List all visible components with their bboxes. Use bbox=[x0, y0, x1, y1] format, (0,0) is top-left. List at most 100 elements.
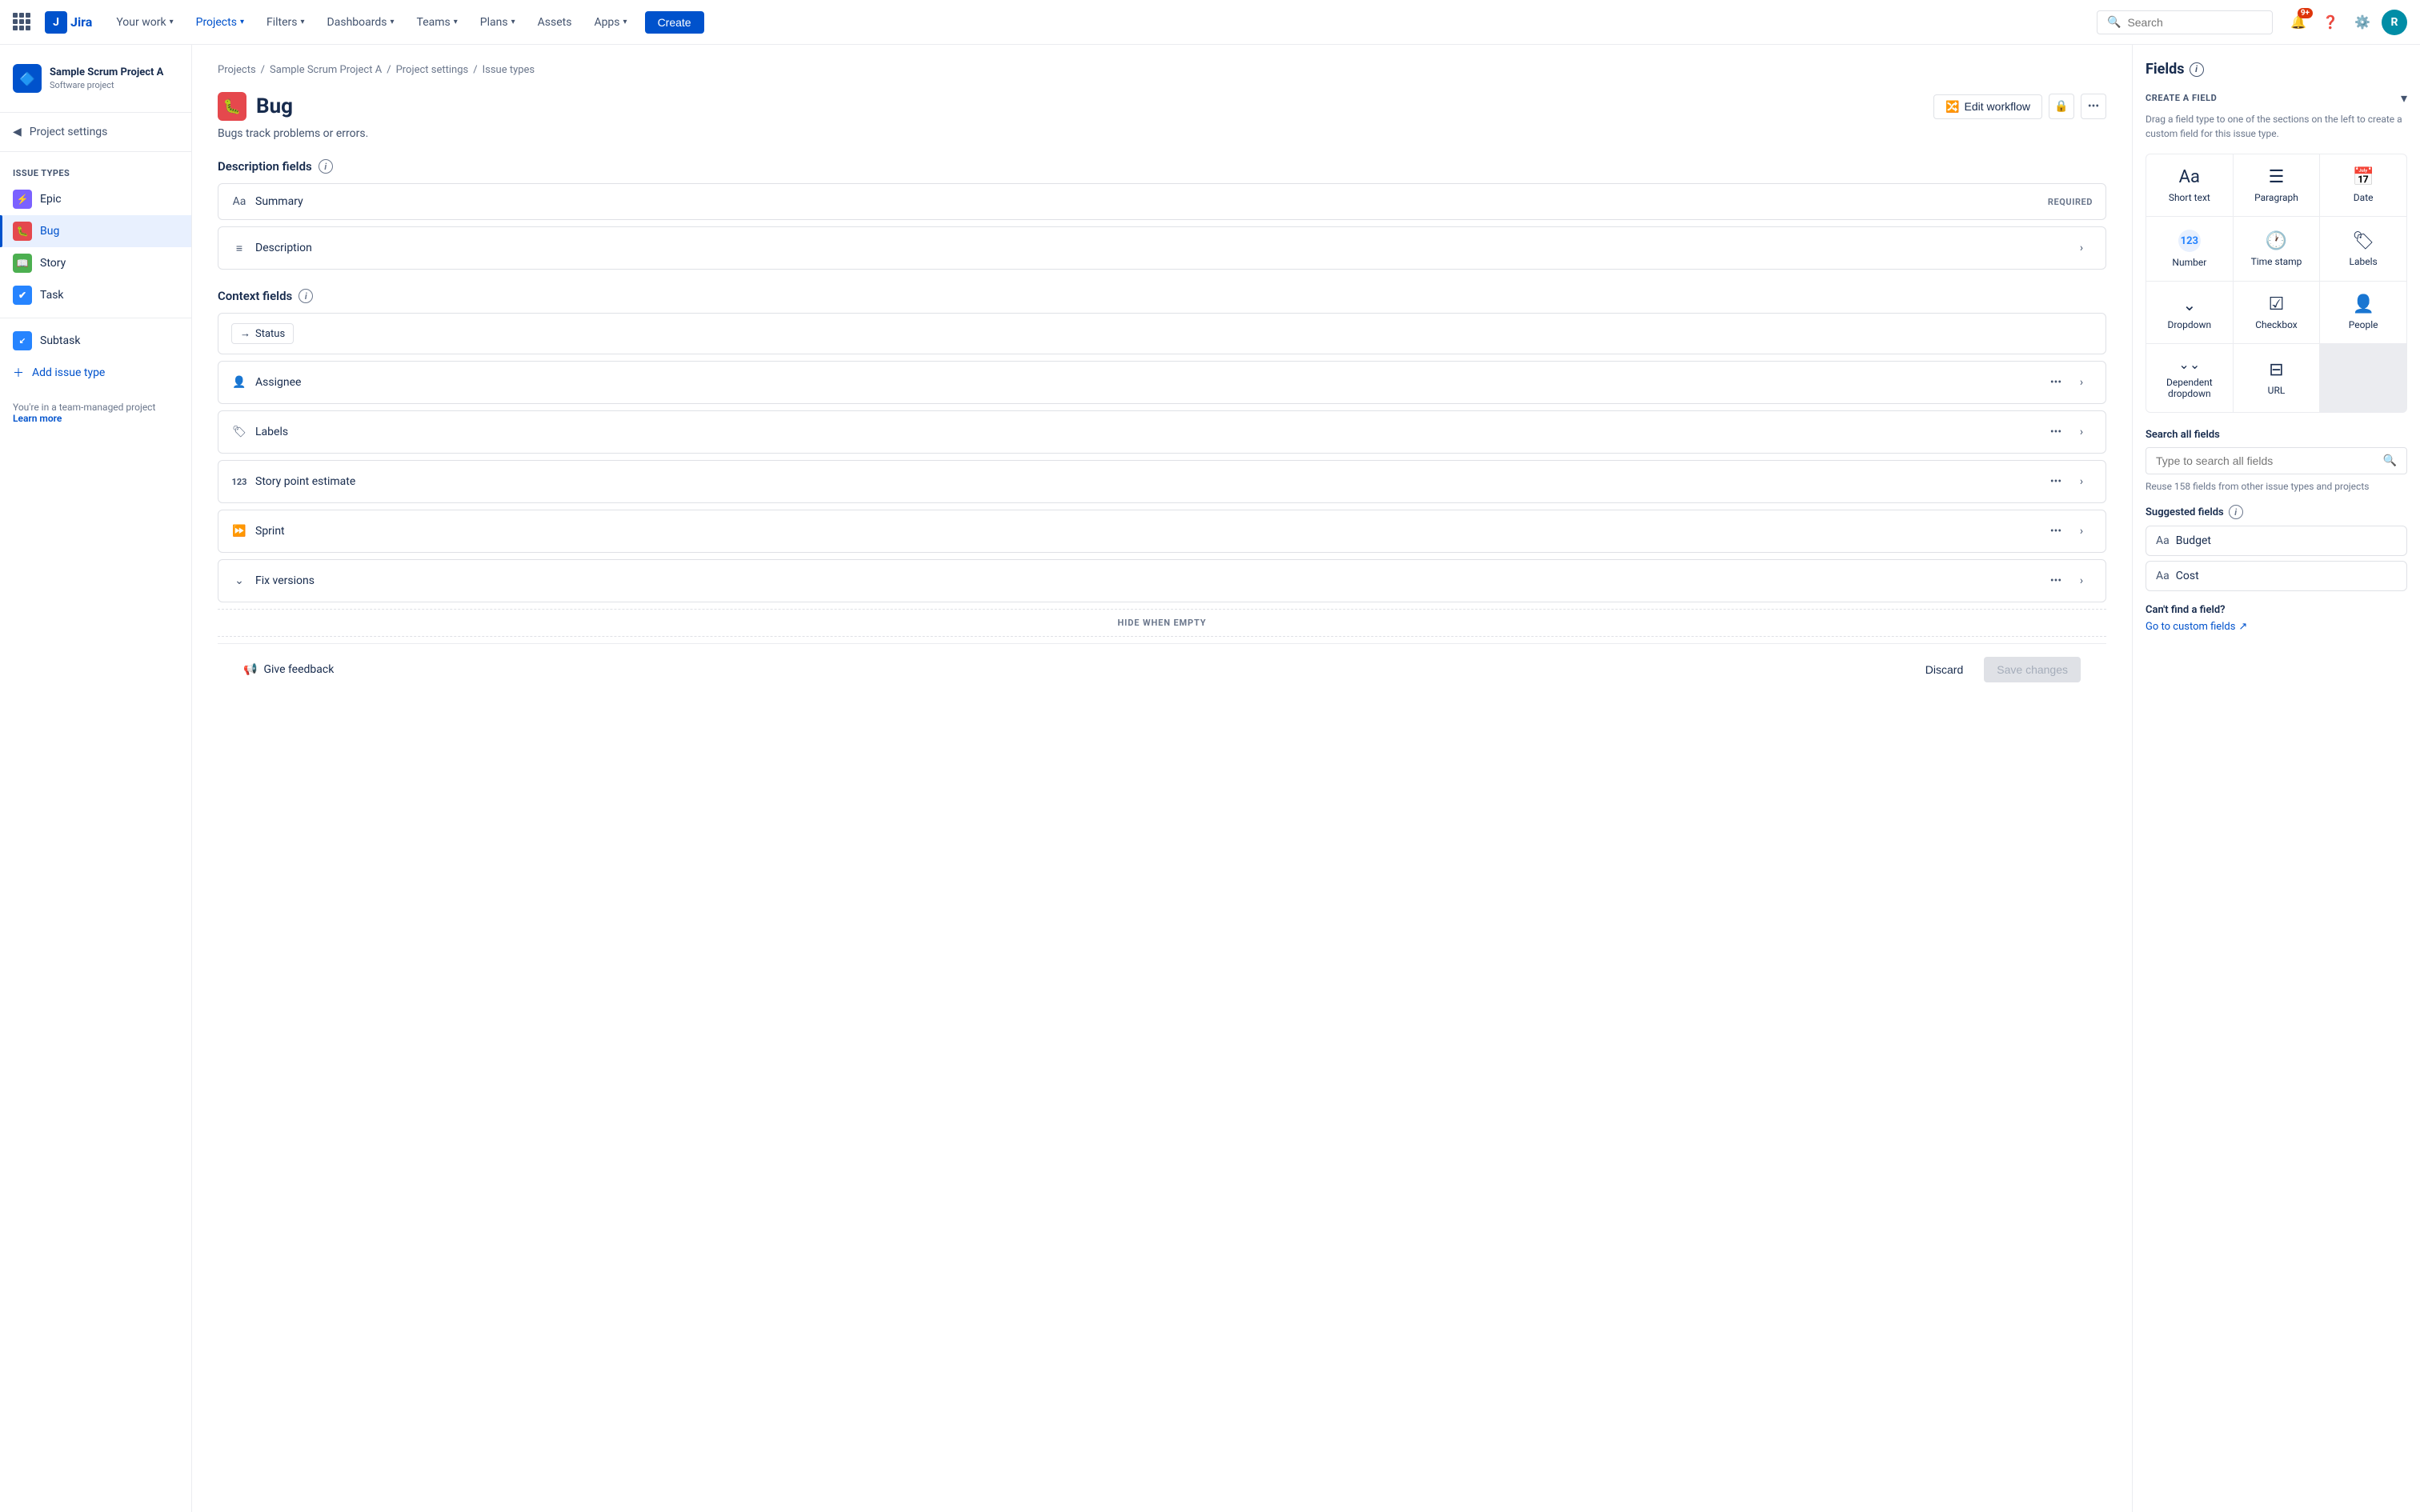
labels-more-button[interactable]: ••• bbox=[2045, 421, 2067, 443]
sidebar-item-epic[interactable]: ⚡ Epic bbox=[0, 183, 191, 215]
field-type-paragraph[interactable]: ☰ Paragraph bbox=[2234, 154, 2320, 216]
status-chip[interactable]: → Status bbox=[231, 323, 294, 344]
sidebar-item-task[interactable]: ✔ Task bbox=[0, 279, 191, 311]
context-fields-info-icon[interactable]: i bbox=[298, 289, 313, 303]
cost-text-icon: Aa bbox=[2156, 570, 2170, 582]
labels-field-name: Labels bbox=[255, 426, 2037, 438]
field-type-checkbox[interactable]: ☑ Checkbox bbox=[2234, 282, 2320, 343]
search-all-input-container[interactable]: 🔍 bbox=[2146, 447, 2407, 474]
settings-button[interactable]: ⚙️ bbox=[2350, 10, 2375, 35]
notifications-button[interactable]: 🔔 9+ bbox=[2286, 10, 2311, 35]
people-icon: 👤 bbox=[2352, 294, 2374, 314]
fix-versions-field-actions: ••• › bbox=[2045, 570, 2093, 592]
assets-nav[interactable]: Assets bbox=[530, 11, 580, 34]
edit-workflow-button[interactable]: 🔀 Edit workflow bbox=[1933, 94, 2042, 119]
sprint-more-button[interactable]: ••• bbox=[2045, 520, 2067, 542]
arrow-icon: → bbox=[240, 327, 250, 340]
labels-chevron-button[interactable]: › bbox=[2070, 421, 2093, 443]
story-point-chevron-button[interactable]: › bbox=[2070, 470, 2093, 493]
sprint-field-card[interactable]: ⏩ Sprint ••• › bbox=[218, 510, 2106, 553]
field-type-url[interactable]: ⊟ URL bbox=[2234, 344, 2320, 412]
grid-menu-icon[interactable] bbox=[13, 13, 32, 32]
search-box[interactable]: 🔍 bbox=[2097, 10, 2273, 34]
fix-versions-field-card[interactable]: ⌄ Fix versions ••• › bbox=[218, 559, 2106, 602]
suggested-field-cost[interactable]: Aa Cost bbox=[2146, 561, 2407, 591]
chevron-down-icon: ▾ bbox=[454, 18, 458, 26]
discard-button[interactable]: Discard bbox=[1913, 657, 1976, 682]
search-all-input[interactable] bbox=[2156, 454, 2377, 467]
plans-nav[interactable]: Plans ▾ bbox=[472, 11, 523, 34]
field-type-number[interactable]: 123 Number bbox=[2146, 217, 2233, 281]
jira-logo[interactable]: J Jira bbox=[45, 11, 92, 34]
header-actions: 🔀 Edit workflow 🔒 ••• bbox=[1933, 94, 2106, 119]
projects-nav[interactable]: Projects ▾ bbox=[188, 11, 252, 34]
save-changes-button[interactable]: Save changes bbox=[1984, 657, 2081, 682]
add-issue-type-button[interactable]: ＋ Add issue type bbox=[0, 357, 191, 389]
issue-types-section-title: Issue types bbox=[0, 158, 191, 183]
teams-nav[interactable]: Teams ▾ bbox=[409, 11, 466, 34]
create-button[interactable]: Create bbox=[645, 11, 704, 34]
assignee-field-row: 👤 Assignee ••• › bbox=[218, 362, 2105, 403]
field-type-labels[interactable]: 🏷 Labels bbox=[2320, 217, 2406, 281]
summary-field-row: Aa Summary REQUIRED bbox=[218, 184, 2105, 219]
sprint-chevron-button[interactable]: › bbox=[2070, 520, 2093, 542]
sidebar-footer: You're in a team-managed project Learn m… bbox=[0, 389, 191, 437]
custom-fields-link[interactable]: Go to custom fields ↗ bbox=[2146, 621, 2407, 633]
field-type-timestamp[interactable]: 🕐 Time stamp bbox=[2234, 217, 2320, 281]
sidebar-item-bug[interactable]: 🐛 Bug bbox=[0, 215, 191, 247]
assignee-more-button[interactable]: ••• bbox=[2045, 371, 2067, 394]
breadcrumb-projects[interactable]: Projects bbox=[218, 64, 256, 76]
fix-versions-more-button[interactable]: ••• bbox=[2045, 570, 2067, 592]
assignee-chevron-button[interactable]: › bbox=[2070, 371, 2093, 394]
chevron-down-icon: ▾ bbox=[623, 18, 627, 26]
collapse-icon[interactable]: ▾ bbox=[2401, 90, 2407, 106]
labels-field-row: 🏷 Labels ••• › bbox=[218, 411, 2105, 453]
sidebar-item-project-settings[interactable]: ◀ Project settings bbox=[0, 119, 191, 145]
story-point-field-actions: ••• › bbox=[2045, 470, 2093, 493]
description-field-card[interactable]: ≡ Description › bbox=[218, 226, 2106, 270]
field-type-date[interactable]: 📅 Date bbox=[2320, 154, 2406, 216]
back-icon: ◀ bbox=[13, 126, 22, 138]
summary-field-name: Summary bbox=[255, 195, 2040, 208]
feedback-icon: 📢 bbox=[243, 663, 257, 676]
filters-nav[interactable]: Filters ▾ bbox=[258, 11, 313, 34]
field-type-people[interactable]: 👤 People bbox=[2320, 282, 2406, 343]
suggested-info-icon[interactable]: i bbox=[2229, 505, 2243, 519]
fix-versions-chevron-button[interactable]: › bbox=[2070, 570, 2093, 592]
help-button[interactable]: ❓ bbox=[2318, 10, 2343, 35]
chevron-down-icon: ▾ bbox=[240, 18, 244, 26]
breadcrumb-project-settings[interactable]: Project settings bbox=[396, 64, 469, 76]
story-icon: 📖 bbox=[13, 254, 32, 273]
labels-field-card[interactable]: 🏷 Labels ••• › bbox=[218, 410, 2106, 454]
description-chevron-button[interactable]: › bbox=[2070, 237, 2093, 259]
description-fields-header: Description fields i bbox=[218, 159, 2106, 174]
suggested-field-budget[interactable]: Aa Budget bbox=[2146, 526, 2407, 556]
dashboards-nav[interactable]: Dashboards ▾ bbox=[319, 11, 403, 34]
sidebar-item-story[interactable]: 📖 Story bbox=[0, 247, 191, 279]
field-type-dropdown[interactable]: ⌄ Dropdown bbox=[2146, 282, 2233, 343]
sidebar-item-subtask[interactable]: ↙ Subtask bbox=[0, 325, 191, 357]
your-work-nav[interactable]: Your work ▾ bbox=[108, 11, 181, 34]
fix-versions-field-row: ⌄ Fix versions ••• › bbox=[218, 560, 2105, 602]
field-type-short-text[interactable]: Aa Short text bbox=[2146, 154, 2233, 216]
fields-info-icon[interactable]: i bbox=[2190, 62, 2204, 77]
description-fields-info-icon[interactable]: i bbox=[319, 159, 333, 174]
more-options-button[interactable]: ••• bbox=[2081, 94, 2106, 119]
learn-more-link[interactable]: Learn more bbox=[13, 413, 62, 424]
search-all-title: Search all fields bbox=[2146, 429, 2407, 441]
feedback-button[interactable]: 📢 Give feedback bbox=[243, 663, 334, 676]
search-reuse-text: Reuse 158 fields from other issue types … bbox=[2146, 481, 2407, 492]
search-input[interactable] bbox=[2127, 16, 2262, 29]
apps-nav[interactable]: Apps ▾ bbox=[586, 11, 635, 34]
avatar[interactable]: R bbox=[2382, 10, 2407, 35]
assignee-field-card[interactable]: 👤 Assignee ••• › bbox=[218, 361, 2106, 404]
date-icon: 📅 bbox=[2352, 167, 2374, 187]
breadcrumb: Projects / Sample Scrum Project A / Proj… bbox=[218, 64, 2106, 76]
breadcrumb-project-name[interactable]: Sample Scrum Project A bbox=[270, 64, 382, 76]
story-point-more-button[interactable]: ••• bbox=[2045, 470, 2067, 493]
lock-button[interactable]: 🔒 bbox=[2049, 94, 2074, 119]
story-point-field-card[interactable]: 123 Story point estimate ••• › bbox=[218, 460, 2106, 503]
timestamp-icon: 🕐 bbox=[2266, 231, 2287, 251]
field-type-dependent-dropdown[interactable]: ⌄⌄ Dependent dropdown bbox=[2146, 344, 2233, 412]
description-field-name: Description bbox=[255, 242, 2062, 254]
